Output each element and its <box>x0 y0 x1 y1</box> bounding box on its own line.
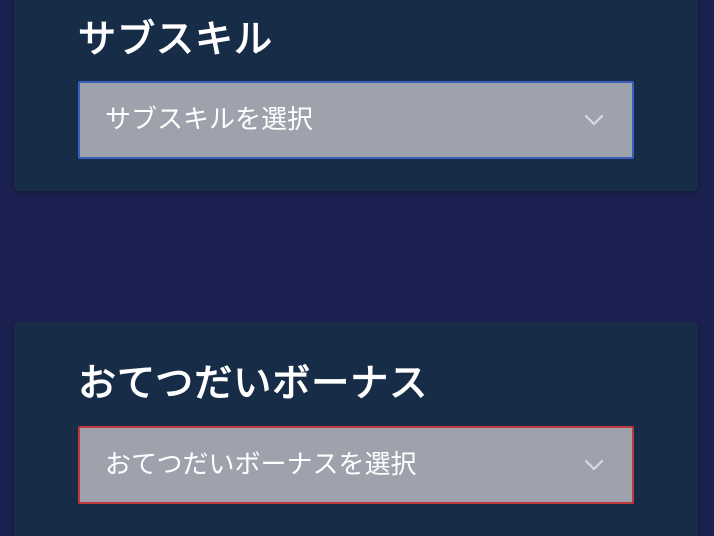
help-bonus-select[interactable]: おてつだいボーナスを選択 <box>78 426 634 504</box>
help-bonus-card: おてつだいボーナス おてつだいボーナスを選択 <box>14 322 698 536</box>
subskill-title: サブスキル <box>78 17 274 61</box>
subskill-select[interactable]: サブスキルを選択 <box>78 81 634 159</box>
subskill-select-placeholder: サブスキルを選択 <box>105 105 314 135</box>
chevron-down-icon <box>584 459 604 471</box>
help-bonus-title: おてつだいボーナス <box>78 361 429 405</box>
subskill-card: サブスキル サブスキルを選択 <box>14 0 698 191</box>
chevron-down-icon <box>584 114 604 126</box>
page: サブスキル サブスキルを選択 おてつだいボーナス おてつだいボーナスを選択 <box>0 0 714 536</box>
help-bonus-select-placeholder: おてつだいボーナスを選択 <box>105 450 417 480</box>
